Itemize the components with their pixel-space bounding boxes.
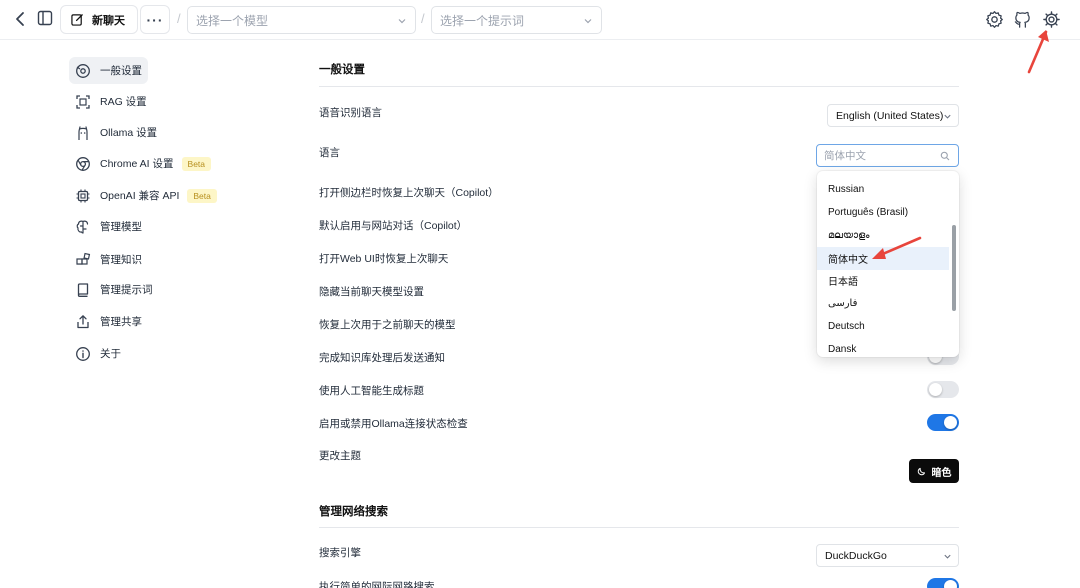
setting-row-label: 启用或禁用Ollama连接状态检查 bbox=[319, 418, 468, 430]
brain-icon bbox=[74, 218, 92, 236]
chrome-icon bbox=[74, 155, 92, 173]
sidebar-item-about[interactable]: 关于 bbox=[69, 340, 121, 367]
blocks-icon bbox=[74, 251, 92, 269]
dark-theme-button[interactable]: 暗色 bbox=[909, 459, 959, 483]
setting-row-label: 隐藏当前聊天模型设置 bbox=[319, 286, 424, 298]
ollama-icon bbox=[74, 124, 92, 142]
divider bbox=[319, 527, 959, 528]
new-chat-label: 新聊天 bbox=[92, 14, 125, 27]
chevron-down-icon bbox=[944, 114, 951, 119]
sidebar-item-label: OpenAI 兼容 API bbox=[100, 190, 180, 202]
sidebar-item-manage-knowledge[interactable]: 管理知识 bbox=[69, 246, 142, 273]
language-option[interactable]: മലയാളം bbox=[817, 224, 949, 247]
speech-language-label: 语音识别语言 bbox=[319, 107, 382, 119]
setting-row-label: 打开侧边栏时恢复上次聊天（Copilot） bbox=[319, 187, 499, 199]
share-icon bbox=[74, 313, 92, 331]
beta-badge: Beta bbox=[187, 188, 217, 203]
back-button[interactable] bbox=[10, 9, 30, 29]
sidebar-item-label: 关于 bbox=[100, 348, 121, 360]
new-chat-button[interactable]: 新聊天 bbox=[60, 5, 138, 34]
sidebar-item-label: 管理提示词 bbox=[100, 284, 153, 296]
separator: / bbox=[421, 11, 425, 26]
simple-search-label: 执行简单的网际网路搜索 bbox=[319, 581, 435, 588]
language-dropdown-list: Russian Português (Brasil) മലയാളം 简体中文 日… bbox=[817, 171, 959, 357]
github-icon[interactable] bbox=[1013, 10, 1032, 29]
setting-row-label: 完成知识库处理后发送通知 bbox=[319, 352, 445, 364]
sidebar-item-manage-prompts[interactable]: 管理提示词 bbox=[69, 276, 153, 303]
prompt-select-placeholder: 选择一个提示词 bbox=[440, 13, 525, 28]
sidebar-item-ollama[interactable]: Ollama 设置 bbox=[69, 119, 157, 146]
toggle-knob bbox=[944, 580, 957, 588]
setting-row-label: 默认启用与网站对话（Copilot） bbox=[319, 220, 468, 232]
settings-gear-icon[interactable] bbox=[985, 10, 1004, 29]
sidebar-item-openai-api[interactable]: OpenAI 兼容 API Beta bbox=[69, 182, 217, 209]
language-option[interactable]: Russian bbox=[817, 178, 949, 201]
cpu-icon bbox=[74, 187, 92, 205]
model-select[interactable]: 选择一个模型 bbox=[187, 6, 416, 34]
more-label: ··· bbox=[146, 11, 164, 28]
sidebar-item-label: Chrome AI 设置 bbox=[100, 158, 174, 170]
book-icon bbox=[74, 281, 92, 299]
rag-icon bbox=[74, 93, 92, 111]
sidebar-item-label: 管理共享 bbox=[100, 316, 142, 328]
language-option[interactable]: Dansk bbox=[817, 338, 949, 357]
sidebar-item-manage-models[interactable]: 管理模型 bbox=[69, 213, 142, 240]
generate-titles-toggle[interactable] bbox=[927, 381, 959, 398]
setting-row-label: 打开Web UI时恢复上次聊天 bbox=[319, 253, 449, 265]
sidebar-item-label: RAG 设置 bbox=[100, 96, 147, 108]
beta-badge: Beta bbox=[181, 156, 212, 171]
search-engine-select[interactable]: DuckDuckGo bbox=[816, 544, 959, 567]
sidebar-item-label: 管理模型 bbox=[100, 221, 142, 233]
language-search-input[interactable]: 简体中文 bbox=[816, 144, 959, 167]
general-settings-icon bbox=[74, 62, 92, 80]
language-label: 语言 bbox=[319, 147, 340, 159]
speech-language-select[interactable]: English (United States) bbox=[827, 104, 959, 127]
sidebar-item-label: Ollama 设置 bbox=[100, 127, 158, 139]
prompt-select[interactable]: 选择一个提示词 bbox=[431, 6, 602, 34]
sidebar-item-manage-share[interactable]: 管理共享 bbox=[69, 308, 142, 335]
info-icon bbox=[74, 345, 92, 363]
theme-label: 更改主题 bbox=[319, 450, 361, 462]
separator: / bbox=[177, 11, 181, 26]
sidebar-item-chrome-ai[interactable]: Chrome AI 设置 Beta bbox=[69, 150, 212, 177]
sidebar-item-rag[interactable]: RAG 设置 bbox=[69, 88, 147, 115]
setting-row-label: 恢复上次用于之前聊天的模型 bbox=[319, 319, 456, 331]
edit-icon bbox=[71, 14, 83, 26]
sidebar-toggle-button[interactable] bbox=[35, 8, 55, 28]
more-button[interactable]: ··· bbox=[140, 5, 170, 34]
top-bar: 新聊天 ··· / 选择一个模型 / 选择一个提示词 bbox=[0, 0, 1080, 40]
sidebar-item-general[interactable]: 一般设置 bbox=[69, 57, 148, 84]
chevron-left-icon bbox=[16, 12, 24, 26]
theme-button-label: 暗色 bbox=[931, 467, 952, 479]
chevron-down-icon bbox=[584, 19, 592, 24]
search-engine-label: 搜索引擎 bbox=[319, 547, 361, 559]
speech-language-value: English (United States) bbox=[836, 109, 944, 122]
language-search-value: 简体中文 bbox=[824, 150, 866, 162]
language-option[interactable]: فارسی bbox=[817, 292, 949, 315]
sidebar-icon bbox=[37, 10, 53, 26]
sidebar-item-label: 管理知识 bbox=[100, 254, 142, 266]
moon-icon bbox=[917, 467, 925, 476]
simple-search-toggle[interactable] bbox=[927, 578, 959, 588]
language-option[interactable]: Deutsch bbox=[817, 315, 949, 338]
scrollbar-thumb[interactable] bbox=[952, 225, 956, 311]
chevron-down-icon bbox=[944, 554, 951, 559]
model-select-placeholder: 选择一个模型 bbox=[196, 13, 269, 28]
toggle-knob bbox=[944, 416, 957, 429]
chevron-down-icon bbox=[398, 19, 406, 24]
section-title-general: 一般设置 bbox=[319, 64, 365, 76]
language-option-selected[interactable]: 简体中文 bbox=[817, 247, 949, 270]
section-title-web-search: 管理网络搜索 bbox=[319, 506, 388, 518]
search-engine-value: DuckDuckGo bbox=[825, 549, 887, 562]
divider bbox=[319, 86, 959, 87]
ollama-check-toggle[interactable] bbox=[927, 414, 959, 431]
toggle-knob bbox=[929, 383, 942, 396]
sidebar-item-label: 一般设置 bbox=[100, 65, 142, 77]
settings-cog-icon[interactable] bbox=[1042, 10, 1061, 29]
language-option[interactable]: Português (Brasil) bbox=[817, 201, 949, 224]
setting-row-label: 使用人工智能生成标题 bbox=[319, 385, 424, 397]
language-option[interactable]: 日本語 bbox=[817, 269, 949, 292]
search-icon bbox=[940, 151, 950, 161]
